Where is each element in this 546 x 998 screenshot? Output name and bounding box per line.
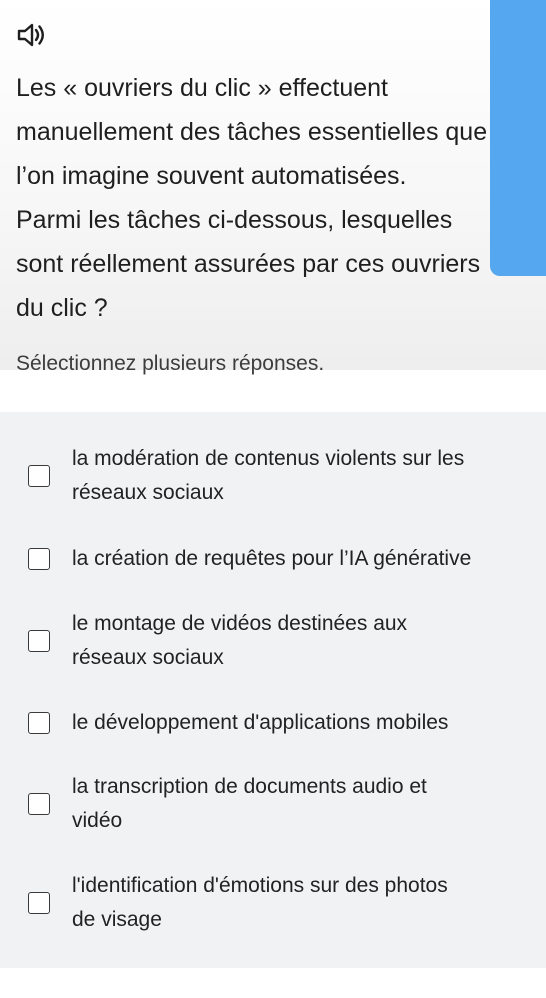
question-line: manuellement des tâches essentielles que: [16, 118, 488, 146]
option-label: la création de requêtes pour l’IA généra…: [72, 542, 538, 576]
question-text: Les « ouvriers du clic » effectuent manu…: [16, 66, 536, 330]
question-line: sont réellement assurées par ces ouvrier…: [16, 250, 481, 278]
instruction-text: Sélectionnez plusieurs réponses.: [16, 352, 325, 375]
option-label-line: le développement d'applications mobiles: [72, 711, 449, 734]
option-item[interactable]: la création de requêtes pour l’IA généra…: [0, 542, 546, 576]
question-line: Les « ouvriers du clic » effectuent: [16, 74, 388, 102]
option-item[interactable]: la modération de contenus violents sur l…: [0, 442, 546, 512]
option-label-line: réseaux sociaux: [72, 481, 224, 504]
option-label-line: vidéo: [72, 809, 123, 832]
option-label-line: l'identification d'émotions sur des phot…: [72, 874, 448, 897]
option-label: la modération de contenus violents sur l…: [72, 442, 538, 510]
question-line: du clic ?: [16, 294, 108, 322]
option-label-line: réseaux sociaux: [72, 646, 224, 669]
option-label: le développement d'applications mobiles: [72, 706, 538, 740]
option-label: l'identification d'émotions sur des phot…: [72, 869, 538, 937]
option-checkbox[interactable]: [28, 793, 50, 815]
option-checkbox[interactable]: [28, 548, 50, 570]
option-checkbox[interactable]: [28, 892, 50, 914]
option-label-line: la création de requêtes pour l’IA généra…: [72, 547, 472, 570]
option-label-line: la transcription de documents audio et: [72, 775, 427, 798]
option-checkbox[interactable]: [28, 712, 50, 734]
audio-button[interactable]: [16, 20, 46, 50]
speaker-icon: [17, 23, 44, 47]
option-label-line: la modération de contenus violents sur l…: [72, 447, 465, 470]
option-label-line: le montage de vidéos destinées aux: [72, 612, 408, 635]
option-label: la transcription de documents audio et v…: [72, 770, 538, 838]
scroll-indicator[interactable]: [490, 0, 546, 276]
option-checkbox[interactable]: [28, 465, 50, 487]
option-item[interactable]: la transcription de documents audio et v…: [0, 770, 546, 840]
options-panel: la modération de contenus violents sur l…: [0, 412, 546, 968]
option-item[interactable]: l'identification d'émotions sur des phot…: [0, 869, 546, 939]
question-area: Les « ouvriers du clic » effectuent manu…: [0, 0, 546, 370]
bottom-area: [0, 968, 546, 998]
question-line: l’on imagine souvent automatisées.: [16, 162, 407, 190]
option-checkbox[interactable]: [28, 630, 50, 652]
option-label: le montage de vidéos destinées aux résea…: [72, 607, 538, 675]
question-line: Parmi les tâches ci-dessous, lesquelles: [16, 206, 453, 234]
option-item[interactable]: le montage de vidéos destinées aux résea…: [0, 607, 546, 677]
option-label-line: de visage: [72, 908, 162, 931]
option-item[interactable]: le développement d'applications mobiles: [0, 706, 546, 740]
